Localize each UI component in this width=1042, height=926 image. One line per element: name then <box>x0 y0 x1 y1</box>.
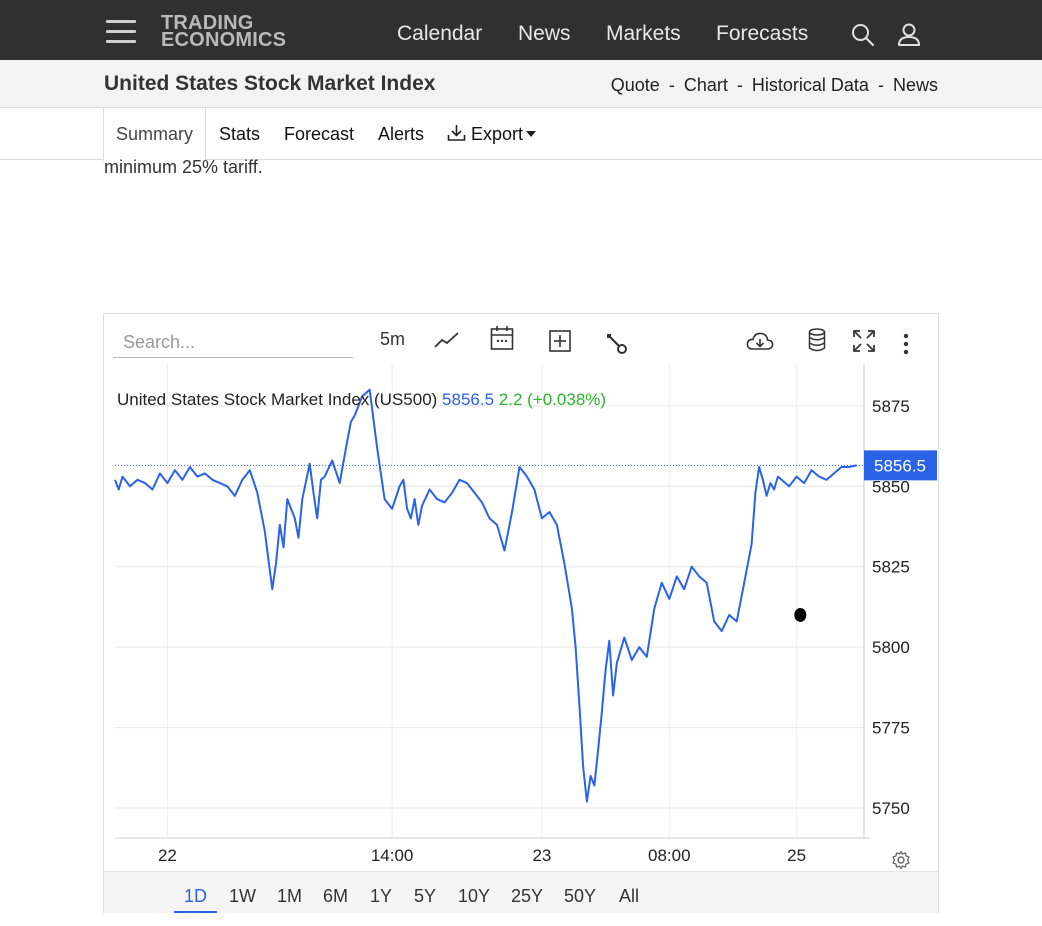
export-label: Export <box>471 124 524 144</box>
range-25y[interactable]: 25Y <box>511 886 543 907</box>
link-chart[interactable]: Chart <box>684 75 728 95</box>
series-title: United States Stock Market Index (US500)… <box>117 390 606 409</box>
price-chart[interactable]: 58755850582558005775575022 14:00 23 08:00 25… <box>104 314 938 870</box>
y-tick-label: 5800 <box>872 638 910 657</box>
price-series-line <box>114 388 857 803</box>
x-tick-label: 22 <box>158 846 177 865</box>
title-bar: United States Stock Market Index Quote -… <box>0 60 1042 108</box>
y-tick-label: 5825 <box>872 558 910 577</box>
download-icon <box>447 125 466 141</box>
x-tick-label: 23 <box>532 846 551 865</box>
link-separator: - <box>668 75 675 95</box>
chart-widget: 5m 5875585058255800577557502214:002308:0… <box>103 313 939 913</box>
top-navbar: TRADING ECONOMICS Calendar News Markets … <box>0 0 1042 60</box>
tab-forecast[interactable]: Forecast <box>284 108 354 160</box>
tab-stats[interactable]: Stats <box>219 108 260 160</box>
menu-icon[interactable] <box>106 20 136 44</box>
range-50y[interactable]: 50Y <box>564 886 596 907</box>
link-separator: - <box>736 75 743 95</box>
tab-summary[interactable]: Summary <box>103 108 206 161</box>
y-tick-label: 5875 <box>872 397 910 416</box>
range-10y[interactable]: 10Y <box>458 886 490 907</box>
nav-calendar[interactable]: Calendar <box>397 22 482 46</box>
link-news[interactable]: News <box>893 75 938 95</box>
price-tag-label: 5856.5 <box>874 456 926 475</box>
nav-forecasts[interactable]: Forecasts <box>716 22 808 46</box>
tab-alerts[interactable]: Alerts <box>378 108 424 160</box>
x-tick-label: 25 <box>787 846 806 865</box>
link-historical-data[interactable]: Historical Data <box>752 75 869 95</box>
range-1m[interactable]: 1M <box>277 886 302 907</box>
range-1d[interactable]: 1D <box>174 886 218 913</box>
y-tick-label: 5750 <box>872 799 910 818</box>
range-6m[interactable]: 6M <box>323 886 348 907</box>
settings-gear-icon[interactable] <box>891 846 911 874</box>
tab-export[interactable]: Export <box>447 108 537 160</box>
range-5y[interactable]: 5Y <box>414 886 436 907</box>
nav-markets[interactable]: Markets <box>606 22 681 46</box>
logo-line2: ECONOMICS <box>161 29 287 51</box>
chevron-down-icon <box>526 130 537 137</box>
range-all[interactable]: All <box>619 886 639 907</box>
quick-links: Quote - Chart - Historical Data - News <box>611 75 938 96</box>
link-separator: - <box>877 75 884 95</box>
page-title: United States Stock Market Index <box>104 72 436 95</box>
article-text-fragment: minimum 25% tariff. <box>104 157 263 177</box>
nav-news[interactable]: News <box>518 22 571 46</box>
x-tick-label: 08:00 <box>648 846 691 865</box>
x-tick-label: 14:00 <box>371 846 414 865</box>
site-logo[interactable]: TRADING ECONOMICS <box>161 13 287 51</box>
range-1w[interactable]: 1W <box>229 886 256 907</box>
link-quote[interactable]: Quote <box>611 75 660 95</box>
search-icon[interactable] <box>850 22 876 48</box>
range-1y[interactable]: 1Y <box>370 886 392 907</box>
cursor-marker <box>794 607 807 622</box>
range-selector: 1D 1W 1M 6M 1Y 5Y 10Y 25Y 50Y All <box>104 871 938 913</box>
user-icon[interactable] <box>896 22 922 48</box>
section-tabs: Summary Stats Forecast Alerts Export <box>0 108 1042 161</box>
y-tick-label: 5775 <box>872 719 910 738</box>
